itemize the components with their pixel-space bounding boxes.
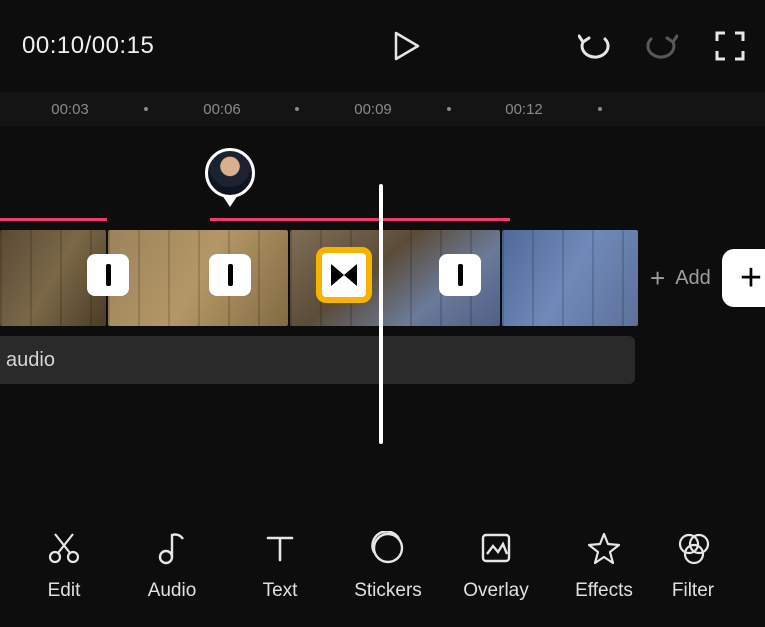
timecode: 00:10/00:15: [22, 32, 154, 60]
tool-label: Audio: [148, 580, 197, 602]
tool-filter[interactable]: Filter: [658, 530, 728, 602]
transition-handle[interactable]: [87, 254, 129, 296]
ruler-tick: 00:12: [505, 101, 543, 118]
transition-none-icon: [458, 264, 463, 286]
playhead[interactable]: [379, 184, 383, 444]
face-tracking-pin[interactable]: [205, 148, 255, 198]
play-icon: [394, 31, 420, 61]
redo-button[interactable]: [645, 29, 679, 63]
ruler-tick: 00:06: [203, 101, 241, 118]
top-controls: 00:10/00:15: [0, 0, 765, 92]
total-time: 00:15: [92, 32, 155, 59]
add-clip-button[interactable]: +: [722, 249, 765, 307]
ruler-tick: 00:09: [354, 101, 392, 118]
music-note-icon: [154, 530, 190, 566]
transition-none-icon: [106, 264, 111, 286]
transition-none-icon: [228, 264, 233, 286]
audio-track-label: audio: [6, 349, 55, 372]
star-icon: [586, 530, 622, 566]
add-clip-hint: Add: [675, 267, 711, 290]
tool-label: Text: [263, 580, 298, 602]
bottom-toolbar: Edit Audio Text Stickers Overlay Effects: [0, 505, 765, 627]
ruler-dot: [295, 107, 299, 111]
overlay-icon: [478, 530, 514, 566]
transition-handle[interactable]: [209, 254, 251, 296]
plus-icon: +: [740, 259, 762, 297]
transition-handle-selected[interactable]: [316, 247, 372, 303]
plus-icon: +: [650, 263, 665, 294]
tool-effects[interactable]: Effects: [550, 530, 658, 602]
tool-label: Filter: [672, 580, 714, 602]
marker-line: [0, 218, 107, 221]
marker-line: [210, 218, 510, 221]
timeline[interactable]: + Add + audio: [0, 126, 765, 446]
current-time: 00:10: [22, 32, 85, 59]
tool-label: Stickers: [354, 580, 422, 602]
sticker-icon: [370, 530, 406, 566]
tool-label: Overlay: [463, 580, 528, 602]
tool-label: Effects: [575, 580, 633, 602]
scissors-icon: [46, 530, 82, 566]
undo-button[interactable]: [577, 29, 611, 63]
add-clip-area: + Add +: [650, 230, 765, 326]
transition-handle[interactable]: [439, 254, 481, 296]
ruler-dot: [447, 107, 451, 111]
tool-overlay[interactable]: Overlay: [442, 530, 550, 602]
ruler-dot: [144, 107, 148, 111]
ruler-tick: 00:03: [51, 101, 89, 118]
video-clip[interactable]: [502, 230, 638, 326]
ruler-dot: [598, 107, 602, 111]
fullscreen-icon: [715, 31, 745, 61]
tool-edit[interactable]: Edit: [10, 530, 118, 602]
video-clip[interactable]: [108, 230, 288, 326]
redo-icon: [646, 32, 678, 60]
fullscreen-button[interactable]: [713, 29, 747, 63]
tool-label: Edit: [48, 580, 81, 602]
tool-text[interactable]: Text: [226, 530, 334, 602]
undo-icon: [578, 32, 610, 60]
transition-icon: [331, 264, 357, 286]
tool-audio[interactable]: Audio: [118, 530, 226, 602]
play-button[interactable]: [387, 26, 427, 66]
audio-track[interactable]: audio: [0, 336, 635, 384]
tool-stickers[interactable]: Stickers: [334, 530, 442, 602]
filter-icon: [675, 530, 711, 566]
timeline-ruler[interactable]: 00:03 00:06 00:09 00:12: [0, 92, 765, 126]
text-icon: [262, 530, 298, 566]
